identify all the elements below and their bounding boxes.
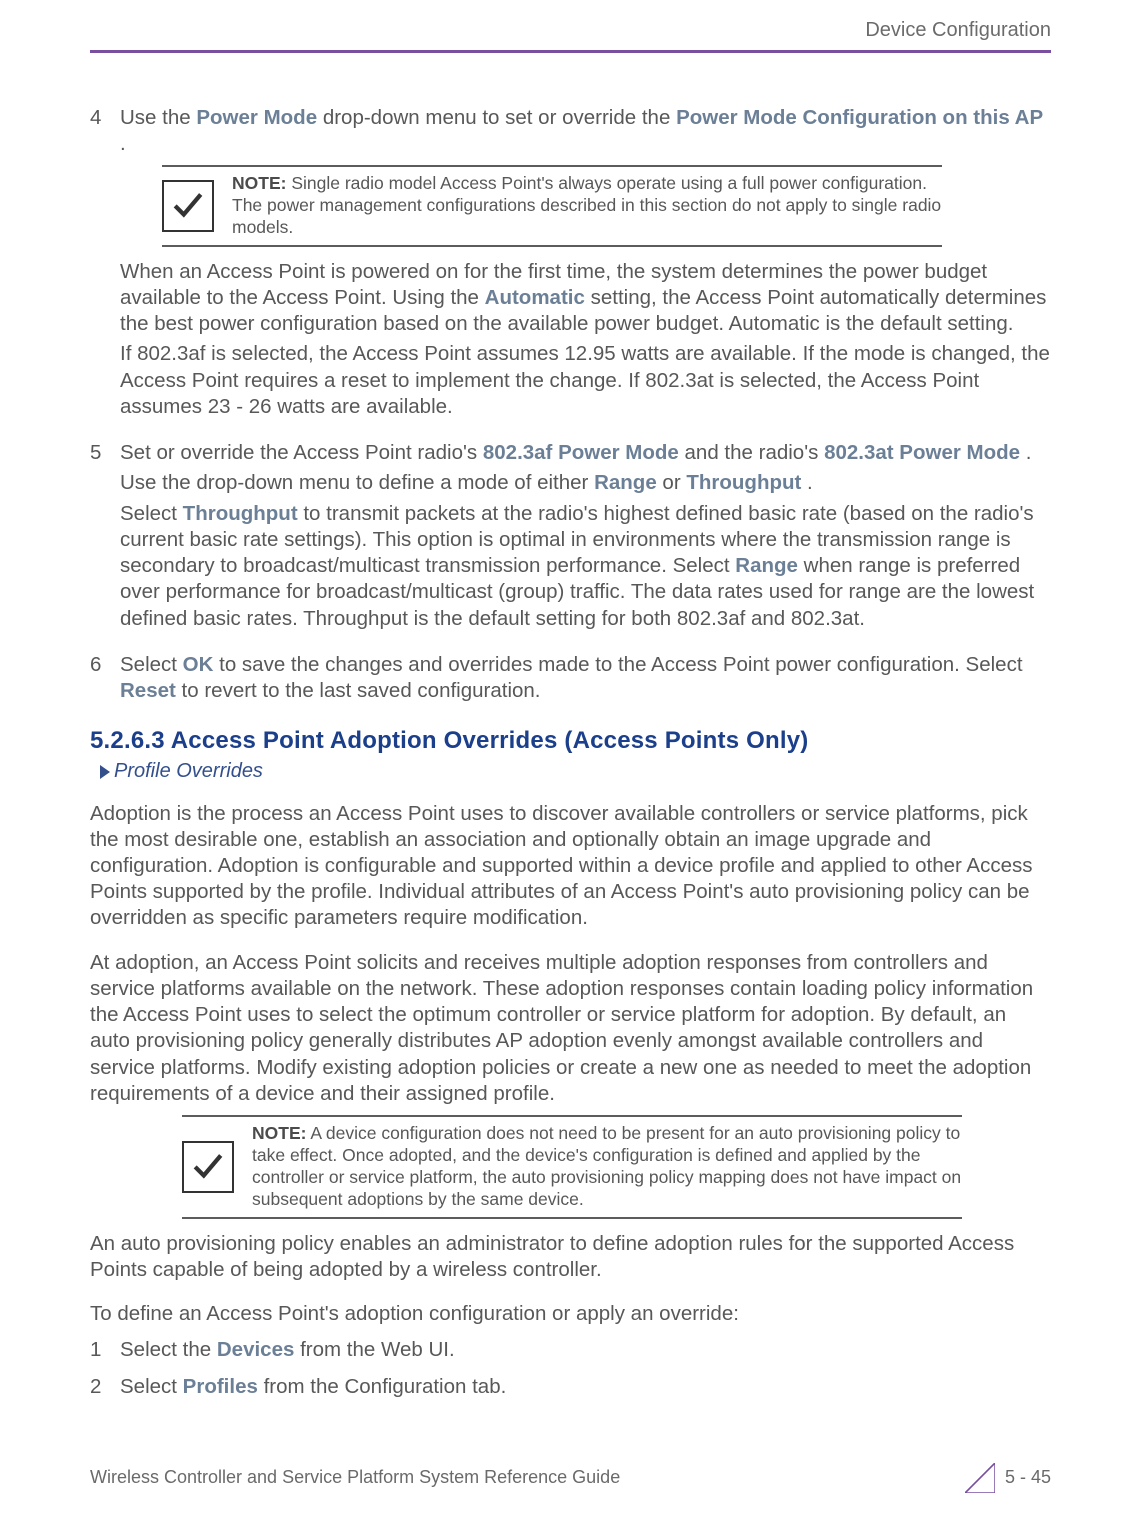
step-5-line-2: Use the drop-down menu to define a mode …	[120, 470, 1051, 496]
step-4-para-2: If 802.3af is selected, the Access Point…	[120, 341, 1051, 420]
note-block: NOTE: Single radio model Access Point's …	[162, 165, 942, 247]
text: Use the drop-down menu to define a mode …	[120, 471, 594, 494]
breadcrumb-text: Profile Overrides	[114, 759, 263, 785]
step-number: 1	[90, 1337, 120, 1367]
step-1-line: Select the Devices from the Web UI.	[120, 1337, 1051, 1363]
note-bottom-rule	[162, 245, 942, 247]
range-term-2: Range	[735, 554, 798, 577]
header-right-title: Device Configuration	[90, 18, 1051, 48]
throughput-term-2: Throughput	[183, 502, 298, 525]
step-2: 2 Select Profiles from the Configuration…	[90, 1374, 1051, 1404]
text: A device configuration does not need to …	[252, 1123, 961, 1209]
text: and the radio's	[685, 441, 825, 464]
step-6: 6 Select OK to save the changes and over…	[90, 652, 1051, 708]
devices-term: Devices	[217, 1338, 295, 1361]
note-text: NOTE: Single radio model Access Point's …	[232, 173, 942, 239]
step-4-para-1: When an Access Point is powered on for t…	[120, 259, 1051, 338]
note-text: NOTE: A device configuration does not ne…	[252, 1123, 962, 1211]
body-para-3: An auto provisioning policy enables an a…	[90, 1231, 1051, 1283]
step-number: 5	[90, 440, 120, 636]
body-para-4: To define an Access Point's adoption con…	[90, 1301, 1051, 1327]
step-5-line-1: Set or override the Access Point radio's…	[120, 440, 1051, 466]
page-footer: Wireless Controller and Service Platform…	[90, 1463, 1051, 1493]
text: Select the	[120, 1338, 217, 1361]
checkmark-icon	[162, 180, 214, 232]
step-4: 4 Use the Power Mode drop-down menu to s…	[90, 105, 1051, 425]
body-para-2: At adoption, an Access Point solicits an…	[90, 950, 1051, 1107]
text: Select	[120, 502, 183, 525]
text: Select	[120, 1375, 183, 1398]
step-6-line: Select OK to save the changes and overri…	[120, 652, 1051, 704]
arrow-right-icon	[100, 765, 110, 779]
throughput-term: Throughput	[686, 471, 801, 494]
power-mode-config-term: Power Mode Configuration on this AP	[676, 106, 1043, 129]
step-1: 1 Select the Devices from the Web UI.	[90, 1337, 1051, 1367]
text: Set or override the Access Point radio's	[120, 441, 483, 464]
text: .	[1026, 441, 1032, 464]
power-mode-term: Power Mode	[196, 106, 317, 129]
step-number: 4	[90, 105, 120, 425]
note-bottom-rule	[182, 1217, 962, 1219]
step-5: 5 Set or override the Access Point radio…	[90, 440, 1051, 636]
reset-term: Reset	[120, 679, 176, 702]
page-fold-icon	[965, 1463, 995, 1493]
text: Select	[120, 653, 183, 676]
text: or	[662, 471, 686, 494]
breadcrumb: Profile Overrides	[100, 759, 1051, 785]
step-4-line: Use the Power Mode drop-down menu to set…	[120, 105, 1051, 157]
text: drop-down menu to set or override the	[323, 106, 676, 129]
text: Use the	[120, 106, 196, 129]
af-power-mode-term: 802.3af Power Mode	[483, 441, 679, 464]
text: .	[120, 132, 126, 155]
range-term: Range	[594, 471, 657, 494]
checkmark-icon	[182, 1141, 234, 1193]
automatic-term: Automatic	[485, 286, 585, 309]
header-divider	[90, 50, 1051, 53]
footer-left-text: Wireless Controller and Service Platform…	[90, 1466, 620, 1489]
note-block-2: NOTE: A device configuration does not ne…	[182, 1115, 962, 1219]
step-5-line-3: Select Throughput to transmit packets at…	[120, 501, 1051, 632]
step-number: 2	[90, 1374, 120, 1404]
page: Device Configuration 4 Use the Power Mod…	[0, 0, 1125, 1517]
text: from the Web UI.	[300, 1338, 455, 1361]
text: from the Configuration tab.	[264, 1375, 507, 1398]
text: to save the changes and overrides made t…	[219, 653, 1022, 676]
at-power-mode-term: 802.3at Power Mode	[824, 441, 1020, 464]
text: .	[807, 471, 813, 494]
ok-term: OK	[183, 653, 214, 676]
note-label: NOTE:	[232, 173, 286, 193]
page-number: 5 - 45	[1005, 1466, 1051, 1489]
section-heading: 5.2.6.3 Access Point Adoption Overrides …	[90, 726, 1051, 757]
body-para-1: Adoption is the process an Access Point …	[90, 801, 1051, 932]
step-2-line: Select Profiles from the Configuration t…	[120, 1374, 1051, 1400]
profiles-term: Profiles	[183, 1375, 258, 1398]
step-number: 6	[90, 652, 120, 708]
text: to revert to the last saved configuratio…	[182, 679, 541, 702]
note-label: NOTE:	[252, 1123, 306, 1143]
text: Single radio model Access Point's always…	[232, 173, 941, 237]
